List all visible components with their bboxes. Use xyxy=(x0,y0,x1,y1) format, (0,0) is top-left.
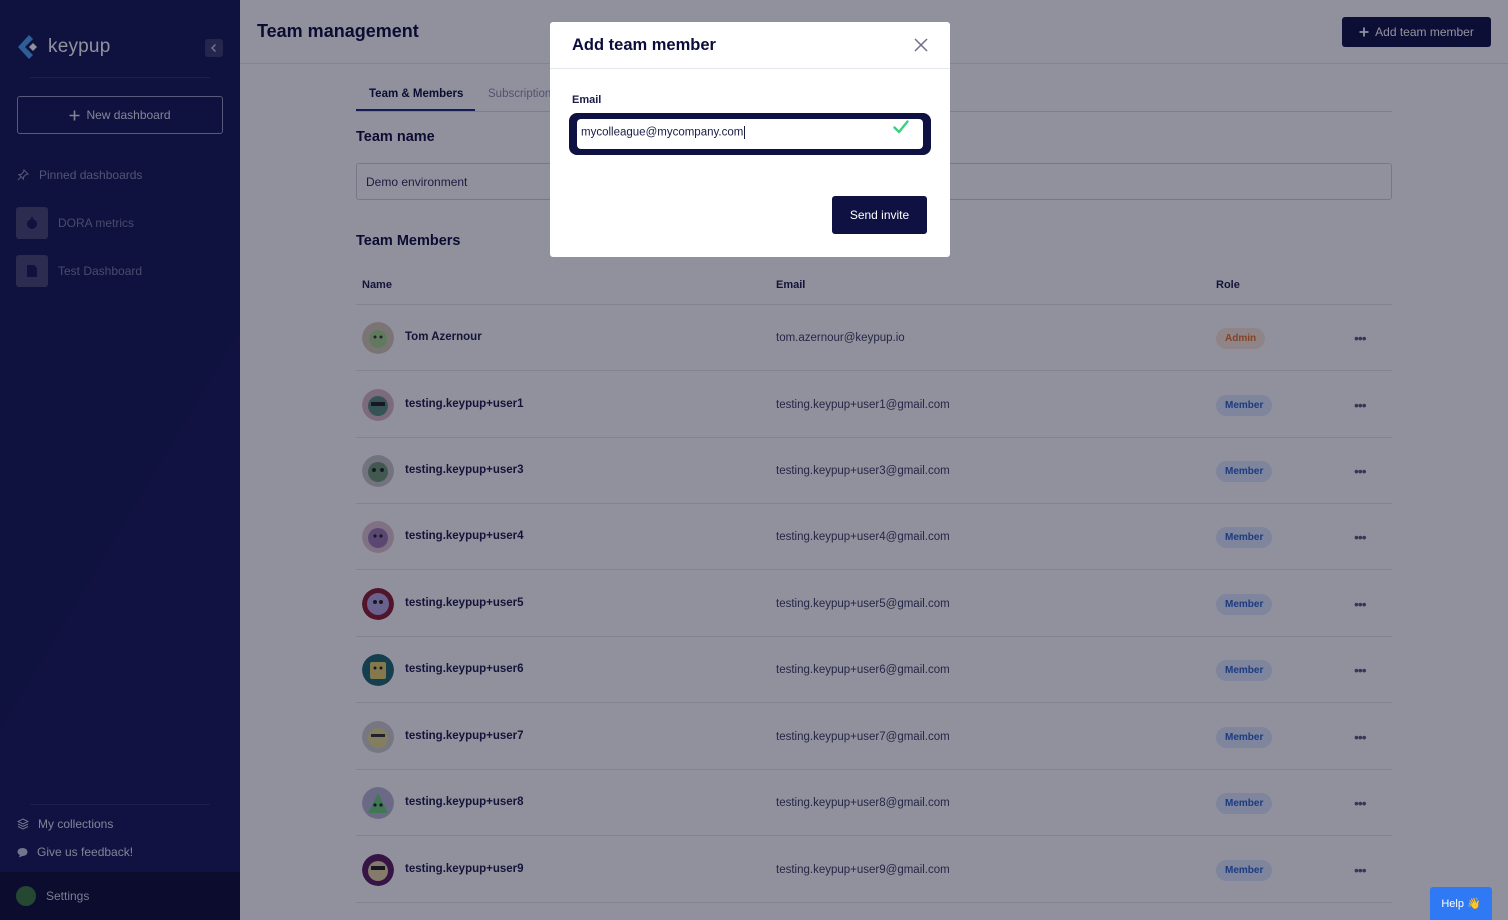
email-field[interactable]: mycolleague@mycompany.com xyxy=(577,119,923,149)
help-label: Help xyxy=(1441,897,1464,910)
send-invite-button[interactable]: Send invite xyxy=(832,196,927,234)
modal-title: Add team member xyxy=(572,36,716,54)
wave-icon: 👋 xyxy=(1466,898,1481,910)
add-team-member-modal: Add team member Email mycolleague@mycomp… xyxy=(550,22,950,257)
email-field-focus-ring: mycolleague@mycompany.com xyxy=(569,113,931,155)
checkmark-icon xyxy=(893,120,909,134)
text-caret xyxy=(744,126,746,139)
email-label: Email xyxy=(572,94,602,106)
email-value: mycolleague@mycompany.com xyxy=(581,126,744,139)
close-icon[interactable] xyxy=(914,38,928,52)
help-button[interactable]: Help 👋 xyxy=(1430,887,1492,920)
send-invite-label: Send invite xyxy=(849,208,910,222)
modal-header: Add team member xyxy=(550,22,950,69)
